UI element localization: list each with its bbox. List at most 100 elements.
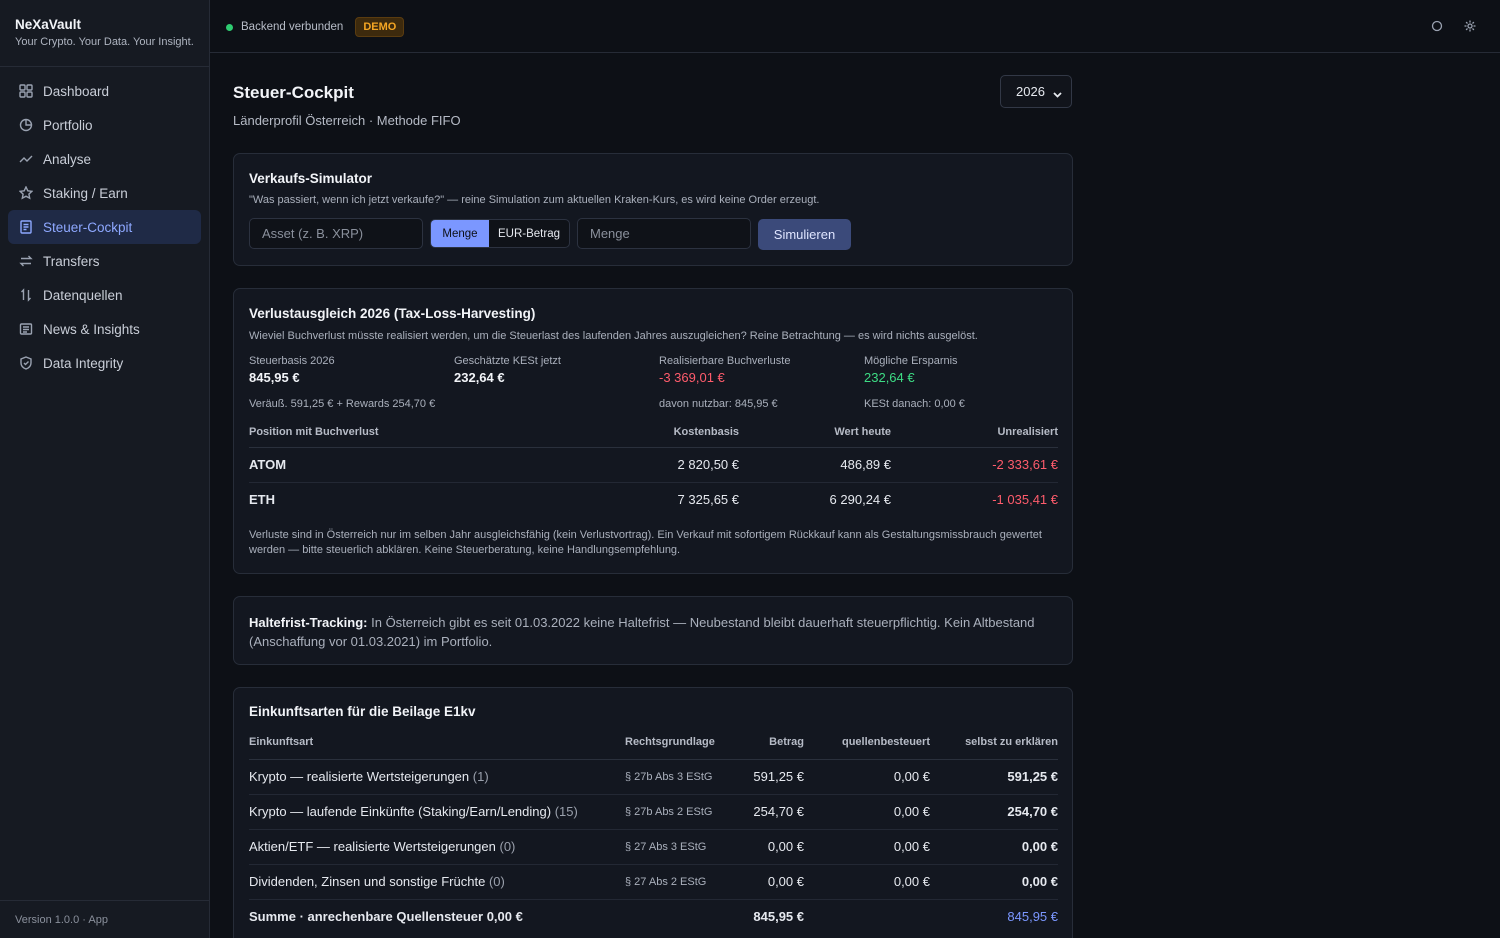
sum-label: Summe · anrechenbare Quellensteuer 0,00 … [249,909,523,925]
column-header: Betrag [743,725,804,760]
swap-arrows-icon [19,254,33,268]
stat-value: 232,64 € [454,370,505,385]
simulate-button[interactable]: Simulieren [758,219,851,250]
loss-disclaimer: Verluste sind in Österreich nur im selbe… [249,529,1042,556]
income-type-cell: Krypto — laufende Einkünfte (Staking/Ear… [249,794,625,830]
sidebar-item-staking[interactable]: Staking / Earn [8,176,201,210]
column-header: Kostenbasis [579,417,739,448]
asset-input[interactable]: Asset (z. B. XRP) [249,218,423,249]
year-select-value: 2026 [1016,84,1045,99]
value-cell: 6 290,24 € [829,492,891,508]
sum-amount: 845,95 € [753,909,804,925]
sidebar-item-dashboard[interactable]: Dashboard [8,74,201,108]
law-cell: § 27 Abs 2 EStG [625,864,743,900]
withheld-cell: 0,00 € [804,864,930,900]
sidebar-item-datenquellen[interactable]: Datenquellen [8,278,201,312]
income-title: Einkunftsarten für die Beilage E1kv [249,704,476,719]
sum-empty-cell [804,899,930,934]
loss-title: Verlustausgleich 2026 (Tax-Loss-Harvesti… [249,306,536,321]
circle-icon[interactable] [1430,19,1444,33]
stat-realizable-losses: Realisierbare Buchverluste -3 369,01 € d… [659,355,790,410]
law-cell: § 27b Abs 2 EStG [625,794,743,830]
app-name: NeXaVault [15,17,82,32]
income-type: Krypto — realisierte Wertsteigerungen [249,769,470,784]
holding-period-card: Haltefrist-Tracking: In Österreich gibt … [233,596,1073,665]
simulator-title: Verkaufs-Simulator [249,171,373,186]
simulator-desc: "Was passiert, wenn ich jetzt verkaufe?"… [249,194,820,206]
stat-tax-base: Steuerbasis 2026 845,95 € Veräuß. 591,25… [249,355,435,410]
income-table: Einkunftsart Rechtsgrundlage Betrag quel… [249,725,1058,934]
stat-label: Geschätzte KESt jetzt [454,355,561,367]
sidebar-item-steuer-cockpit[interactable]: Steuer-Cockpit [8,210,201,244]
income-count: (15) [554,804,578,819]
law-cell: § 27b Abs 3 EStG [625,759,743,795]
demo-badge: DEMO [355,17,405,37]
sum-row: Summe · anrechenbare Quellensteuer 0,00 … [249,899,1058,934]
unrealized-cell: -1 035,41 € [992,492,1058,508]
table-row[interactable]: ETH 7 325,65 € 6 290,24 € -1 035,41 € [249,482,1058,517]
up-down-arrows-icon [19,288,33,302]
loss-positions-table: Position mit Buchverlust Kostenbasis Wer… [249,417,1058,517]
star-icon [19,186,33,200]
stat-label: Mögliche Ersparnis [864,355,958,367]
sidebar-item-label: Analyse [43,151,92,167]
sidebar-item-label: Transfers [43,253,100,269]
withheld-cell: 0,00 € [804,794,930,830]
version-label: Version 1.0.0 · App [0,900,209,938]
mode-quantity-button[interactable]: Menge [431,220,489,247]
sidebar-item-analyse[interactable]: Analyse [8,142,201,176]
declare-cell: 0,00 € [930,864,1058,900]
document-icon [19,220,33,234]
table-row[interactable]: Aktien/ETF — realisierte Wertsteigerunge… [249,829,1058,865]
chevron-down-icon [1053,87,1062,98]
newspaper-icon [19,322,33,336]
sidebar-item-label: Datenquellen [43,287,123,303]
page-title: Steuer-Cockpit [233,83,354,102]
column-header: selbst zu erklären [930,725,1058,760]
app-tagline: Your Crypto. Your Data. Your Insight. [15,36,194,48]
gear-icon[interactable] [1463,19,1477,33]
table-row[interactable]: Krypto — laufende Einkünfte (Staking/Ear… [249,794,1058,830]
income-type: Dividenden, Zinsen und sonstige Früchte [249,874,486,889]
stat-label: Realisierbare Buchverluste [659,355,791,367]
declare-cell: 254,70 € [930,794,1058,830]
sidebar-item-label: Portfolio [43,117,93,133]
sidebar-item-portfolio[interactable]: Portfolio [8,108,201,142]
quantity-input[interactable]: Menge [577,218,751,249]
income-type-cell: Aktien/ETF — realisierte Wertsteigerunge… [249,829,625,865]
sidebar-item-news[interactable]: News & Insights [8,312,201,346]
income-types-card: Einkunftsarten für die Beilage E1kv Eink… [233,687,1073,938]
stat-estimated-kest: Geschätzte KESt jetzt 232,64 € [454,355,561,385]
sidebar-item-transfers[interactable]: Transfers [8,244,201,278]
withheld-cell: 0,00 € [804,829,930,865]
stat-value: -3 369,01 € [659,370,725,385]
amount-cell: 0,00 € [743,829,804,865]
declare-cell: 591,25 € [930,759,1058,795]
sum-declare: 845,95 € [1007,909,1058,925]
stat-value: 845,95 € [249,370,300,385]
stat-note: KESt danach: 0,00 € [864,398,965,410]
column-header: Position mit Buchverlust [249,417,579,448]
stat-note: davon nutzbar: 845,95 € [659,398,778,410]
withheld-cell: 0,00 € [804,759,930,795]
sidebar-item-label: Data Integrity [43,355,124,371]
backend-status: Backend verbunden DEMO [226,17,405,37]
holding-text: In Österreich gibt es seit 01.03.2022 ke… [249,615,1035,649]
cost-cell: 2 820,50 € [579,447,739,483]
year-select[interactable]: 2026 [1000,75,1072,108]
table-row[interactable]: Dividenden, Zinsen und sonstige Früchte … [249,864,1058,900]
status-text: Backend verbunden [241,21,344,33]
page-subtitle: Länderprofil Österreich · Methode FIFO [233,113,461,128]
sidebar-item-label: Dashboard [43,83,110,99]
stat-value: 232,64 € [864,370,915,385]
income-count: (0) [488,874,505,889]
stat-possible-savings: Mögliche Ersparnis 232,64 € KESt danach:… [864,355,965,410]
column-header: Einkunftsart [249,725,625,760]
sidebar-item-data-integrity[interactable]: Data Integrity [8,346,201,380]
mode-eur-button[interactable]: EUR-Betrag [489,220,569,247]
sidebar-nav: Dashboard Portfolio Analyse Staking / Ea… [0,67,209,380]
amount-cell: 0,00 € [743,864,804,900]
asset-cell: ATOM [249,447,579,483]
table-row[interactable]: ATOM 2 820,50 € 486,89 € -2 333,61 € [249,447,1058,483]
table-row[interactable]: Krypto — realisierte Wertsteigerungen (1… [249,759,1058,795]
